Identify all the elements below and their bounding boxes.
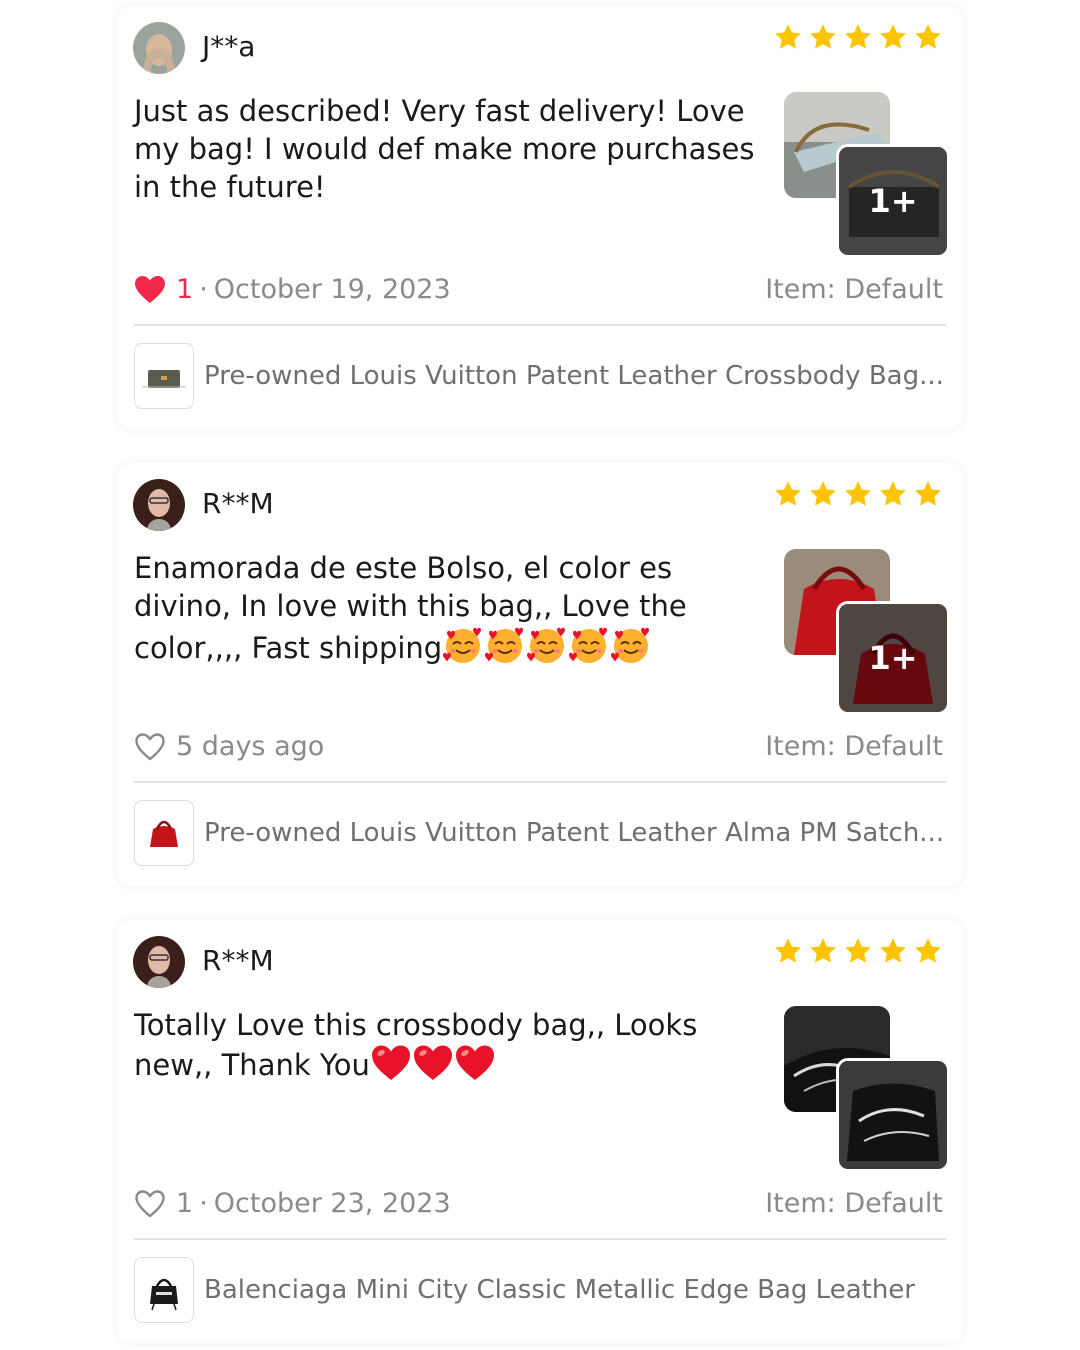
review-card: R**M Enamorada de este Bolso, el color e… bbox=[117, 463, 963, 886]
reviewer-name: R**M bbox=[202, 944, 274, 977]
star-icon bbox=[773, 479, 803, 509]
review-meta: 1 · October 19, 2023 bbox=[134, 274, 451, 305]
review-photos[interactable]: 1+ bbox=[784, 549, 950, 715]
star-icon bbox=[843, 936, 873, 966]
smiling-face-with-hearts-icon bbox=[484, 625, 526, 665]
review-meta: 1 · October 23, 2023 bbox=[134, 1188, 451, 1219]
item-variant: Item: Default bbox=[765, 274, 943, 305]
star-icon bbox=[773, 22, 803, 52]
separator-dot: · bbox=[199, 274, 208, 305]
star-icon bbox=[878, 936, 908, 966]
heart-icon[interactable] bbox=[134, 275, 166, 305]
review-text-block: Totally Love this crossbody bag,, Looks … bbox=[134, 1006, 766, 1084]
review-meta: 5 days ago bbox=[134, 731, 324, 762]
review-date: 5 days ago bbox=[176, 731, 325, 762]
item-variant: Item: Default bbox=[765, 1188, 943, 1219]
smiling-face-with-hearts-icon bbox=[610, 625, 652, 665]
product-thumbnail[interactable] bbox=[134, 1257, 194, 1323]
avatar[interactable] bbox=[133, 936, 185, 988]
star-icon bbox=[878, 22, 908, 52]
review-card: J**a Just as described! Very fast delive… bbox=[117, 6, 963, 429]
product-thumbnail[interactable] bbox=[134, 343, 194, 409]
smiling-face-with-hearts-icon bbox=[442, 625, 484, 665]
review-text: Just as described! Very fast delivery! L… bbox=[134, 94, 755, 204]
star-icon bbox=[913, 936, 943, 966]
star-icon bbox=[843, 22, 873, 52]
product-link[interactable]: Pre-owned Louis Vuitton Patent Leather A… bbox=[134, 800, 944, 866]
more-photos-count: 1+ bbox=[839, 147, 947, 255]
review-photos[interactable]: 1+ bbox=[784, 92, 950, 258]
review-date: October 19, 2023 bbox=[213, 274, 451, 305]
rating-stars bbox=[773, 936, 943, 966]
product-title[interactable]: Pre-owned Louis Vuitton Patent Leather C… bbox=[204, 361, 944, 391]
red-heart-icon bbox=[370, 1044, 412, 1082]
like-count: 1 bbox=[176, 274, 194, 305]
divider bbox=[134, 781, 946, 783]
rating-stars bbox=[773, 22, 943, 52]
separator-dot: · bbox=[199, 1188, 208, 1219]
review-photos[interactable] bbox=[784, 1006, 950, 1172]
star-icon bbox=[808, 936, 838, 966]
rating-stars bbox=[773, 479, 943, 509]
avatar[interactable] bbox=[133, 479, 185, 531]
review-photo[interactable] bbox=[836, 1058, 950, 1172]
review-date: October 23, 2023 bbox=[213, 1188, 451, 1219]
item-variant: Item: Default bbox=[765, 731, 943, 762]
star-icon bbox=[808, 479, 838, 509]
avatar[interactable] bbox=[133, 22, 185, 74]
review-photo-more[interactable]: 1+ bbox=[836, 601, 950, 715]
star-icon bbox=[913, 22, 943, 52]
heart-icon[interactable] bbox=[134, 1189, 166, 1219]
red-heart-icon bbox=[454, 1044, 496, 1082]
product-title[interactable]: Pre-owned Louis Vuitton Patent Leather A… bbox=[204, 818, 944, 848]
product-link[interactable]: Balenciaga Mini City Classic Metallic Ed… bbox=[134, 1257, 915, 1323]
star-icon bbox=[878, 479, 908, 509]
review-card: R**M Totally Love this crossbody bag,, L… bbox=[117, 920, 963, 1343]
star-icon bbox=[843, 479, 873, 509]
divider bbox=[134, 1238, 946, 1240]
review-text-block: Enamorada de este Bolso, el color es div… bbox=[134, 549, 766, 667]
product-title[interactable]: Balenciaga Mini City Classic Metallic Ed… bbox=[204, 1275, 915, 1305]
star-icon bbox=[773, 936, 803, 966]
reviewer-name: J**a bbox=[202, 30, 256, 63]
product-link[interactable]: Pre-owned Louis Vuitton Patent Leather C… bbox=[134, 343, 944, 409]
heart-icon[interactable] bbox=[134, 732, 166, 762]
like-count: 1 bbox=[176, 1188, 194, 1219]
divider bbox=[134, 324, 946, 326]
review-photo-more[interactable]: 1+ bbox=[836, 144, 950, 258]
product-thumbnail[interactable] bbox=[134, 800, 194, 866]
star-icon bbox=[913, 479, 943, 509]
more-photos-count: 1+ bbox=[839, 604, 947, 712]
star-icon bbox=[808, 22, 838, 52]
reviewer-name: R**M bbox=[202, 487, 274, 520]
red-heart-icon bbox=[412, 1044, 454, 1082]
smiling-face-with-hearts-icon bbox=[568, 625, 610, 665]
smiling-face-with-hearts-icon bbox=[526, 625, 568, 665]
